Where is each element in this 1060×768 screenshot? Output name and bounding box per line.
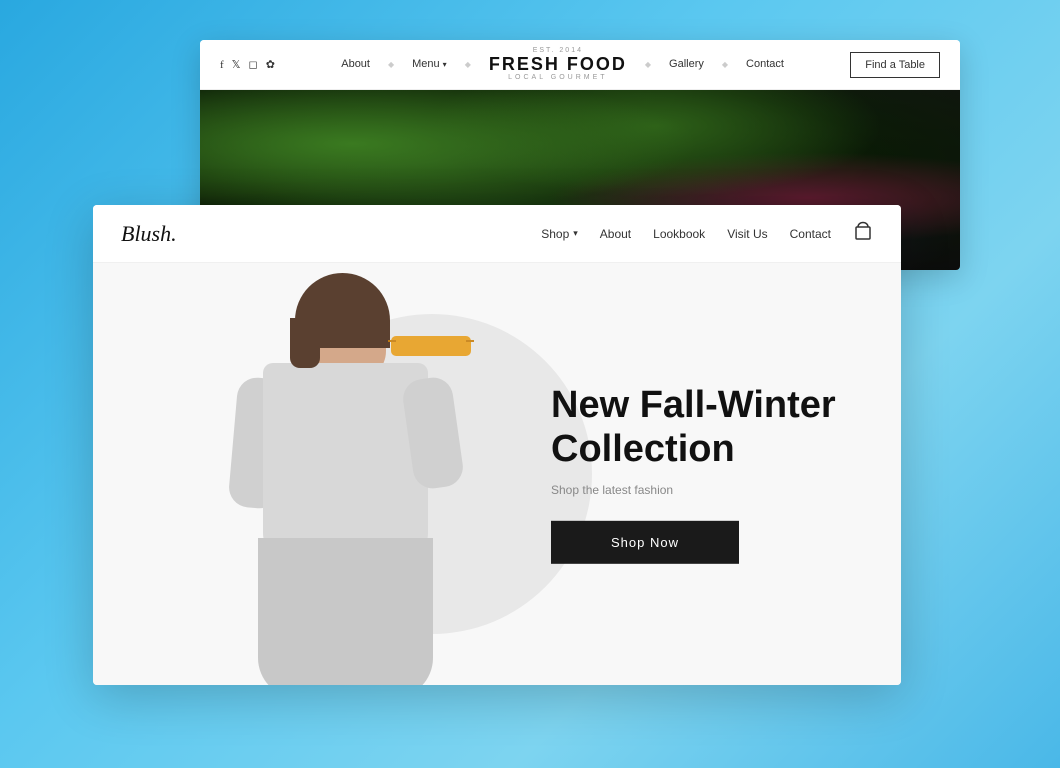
shop-chevron: ▾: [573, 228, 578, 239]
nav-gallery[interactable]: Gallery: [669, 58, 704, 70]
instagram-icon[interactable]: ◻: [249, 58, 258, 71]
hero-title: New Fall-Winter Collection: [551, 384, 851, 471]
model-figure: [213, 263, 513, 685]
blush-logo: Blush.: [121, 221, 177, 247]
social-icons-group: f 𝕏 ◻ ✿: [220, 58, 275, 71]
blush-navigation: Shop ▾ About Lookbook Visit Us Contact: [541, 220, 873, 247]
yelp-icon[interactable]: ✿: [266, 58, 275, 71]
blush-hero: New Fall-Winter Collection Shop the late…: [93, 263, 901, 685]
model-hair: [295, 273, 390, 348]
fresh-food-header: f 𝕏 ◻ ✿ About ◆ Menu ▾ ◆ EST. 2014 FRESH…: [200, 40, 960, 90]
model-figure-area: [213, 263, 513, 685]
nav-about[interactable]: About: [600, 227, 631, 241]
menu-chevron: ▾: [443, 60, 447, 69]
shop-now-button[interactable]: Shop Now: [551, 521, 739, 564]
blush-card: Blush. Shop ▾ About Lookbook Visit Us Co…: [93, 205, 901, 685]
nav-contact[interactable]: Contact: [746, 58, 784, 70]
nav-menu[interactable]: Menu ▾: [412, 58, 447, 70]
find-table-button[interactable]: Find a Table: [850, 52, 940, 78]
fresh-food-logo: EST. 2014 FRESH FOOD LOCAL GOURMET: [489, 47, 627, 82]
nav-lookbook[interactable]: Lookbook: [653, 227, 705, 241]
nav-contact[interactable]: Contact: [790, 227, 831, 241]
back-navigation: About ◆ Menu ▾ ◆ EST. 2014 FRESH FOOD LO…: [341, 47, 784, 82]
model-sunglasses: [391, 336, 471, 356]
blush-header: Blush. Shop ▾ About Lookbook Visit Us Co…: [93, 205, 901, 263]
facebook-icon[interactable]: f: [220, 59, 224, 71]
hero-content: New Fall-Winter Collection Shop the late…: [551, 384, 851, 564]
nav-visit-us[interactable]: Visit Us: [727, 227, 767, 241]
cart-icon[interactable]: [853, 220, 873, 247]
twitter-icon[interactable]: 𝕏: [232, 58, 241, 71]
model-lower-body: [258, 538, 433, 685]
nav-about[interactable]: About: [341, 58, 370, 70]
hero-subtitle: Shop the latest fashion: [551, 483, 851, 497]
nav-shop[interactable]: Shop ▾: [541, 227, 578, 241]
